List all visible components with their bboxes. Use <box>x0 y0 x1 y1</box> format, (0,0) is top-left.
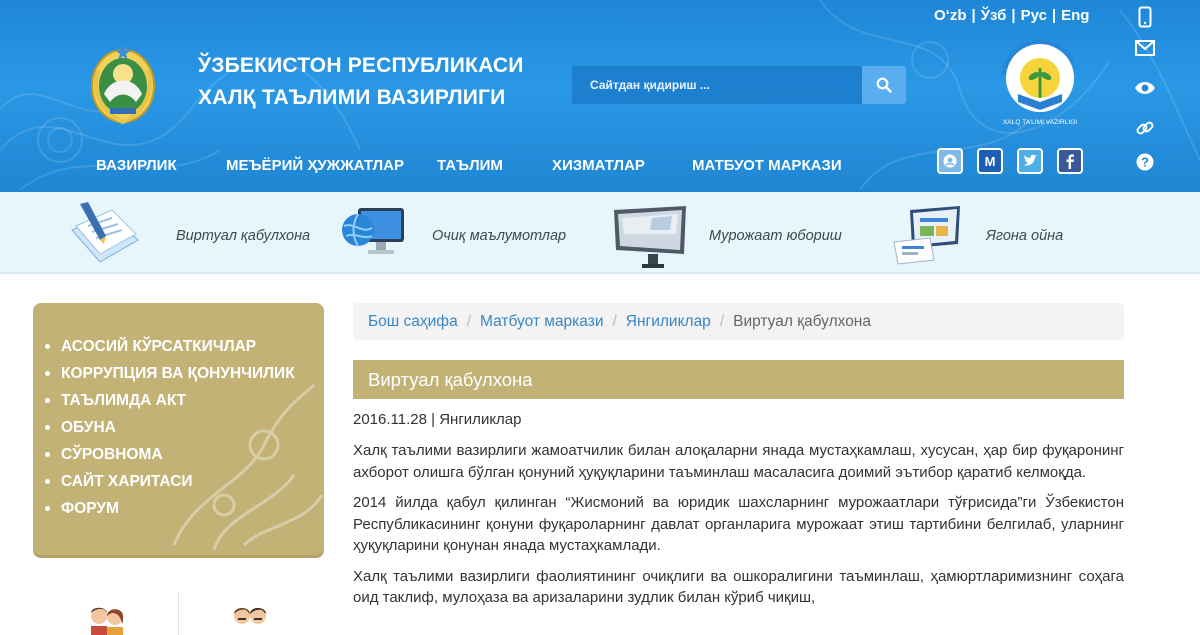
search-icon <box>876 77 892 93</box>
article-category: Янгиликлар <box>439 411 522 428</box>
article-paragraph: Халқ таълими вазирлиги жамоатчилик билан… <box>353 442 1124 481</box>
mailru-icon[interactable]: M <box>977 148 1003 174</box>
nav-item-regulations[interactable]: МЕЪЁРИЙ ҲУЖЖАТЛАР <box>226 157 404 174</box>
sidebar-item-label: ТАЪЛИМДА АКТ <box>61 392 187 409</box>
svg-text:M: M <box>985 154 996 169</box>
page-title: Виртуал қабулхона <box>353 360 1124 399</box>
search-form <box>572 66 906 104</box>
sidebar-item-subscription[interactable]: ОБУНА <box>45 414 295 441</box>
article-paragraph: Халқ таълими вазирлиги фаолиятининг очиқ… <box>353 567 1124 607</box>
lang-ru[interactable]: Рус <box>1021 7 1047 24</box>
breadcrumb: Бош саҳифа / Матбуот маркази / Янгиликла… <box>353 303 1124 340</box>
breadcrumb-current: Виртуал қабулхона <box>733 312 871 330</box>
help-icon[interactable]: ? <box>1128 145 1162 179</box>
nav-item-press-center[interactable]: МАТБУОТ МАРКАЗИ <box>692 157 842 174</box>
people-group-icon[interactable] <box>229 604 271 635</box>
divider <box>178 592 179 635</box>
sidebar-item-indicators[interactable]: АСОСИЙ КЎРСАТКИЧЛАР <box>45 333 295 360</box>
twitter-icon[interactable] <box>1017 148 1043 174</box>
article-meta: 2016.11.28 | Янгиликлар <box>353 411 521 428</box>
nav-item-education[interactable]: ТАЪЛИМ <box>437 157 503 174</box>
odnoklassniki-icon[interactable] <box>937 148 963 174</box>
window-screens-icon <box>890 204 966 273</box>
breadcrumb-separator: / <box>612 312 617 330</box>
nav-item-services[interactable]: ХИЗМАТЛАР <box>552 157 645 174</box>
quicklink-label: Виртуал қабулхона <box>176 228 311 244</box>
site-title[interactable]: ЎЗБЕКИСТОН РЕСПУБЛИКАСИ ХАЛҚ ТАЪЛИМИ ВАЗ… <box>198 50 524 114</box>
site-header: ЎЗБЕКИСТОН РЕСПУБЛИКАСИ ХАЛҚ ТАЪЛИМИ ВАЗ… <box>0 0 1200 192</box>
sidebar-item-sitemap[interactable]: САЙТ ХАРИТАСИ <box>45 468 295 495</box>
link-icon[interactable] <box>1128 111 1162 145</box>
search-input[interactable] <box>572 66 862 104</box>
breadcrumb-separator: / <box>466 312 471 330</box>
sidebar-item-forum[interactable]: ФОРУМ <box>45 495 295 522</box>
quicklink-label: Мурожаат юбориш <box>709 228 842 244</box>
site-title-line2: ХАЛҚ ТАЪЛИМИ ВАЗИРЛИГИ <box>198 86 506 109</box>
sidebar-item-label: ОБУНА <box>61 419 116 436</box>
facebook-icon[interactable] <box>1057 148 1083 174</box>
nav-item-ministry[interactable]: ВАЗИРЛИК <box>96 157 177 174</box>
quicklink-label: Ягона ойна <box>986 228 1064 244</box>
state-emblem-logo[interactable] <box>90 36 156 128</box>
sidebar-item-corruption[interactable]: КОРРУПЦИЯ ВА ҚОНУНЧИЛИК <box>45 360 295 387</box>
lang-uz-latin[interactable]: O‘zb <box>934 7 967 24</box>
breadcrumb-separator: / <box>719 312 725 330</box>
article-date: 2016.11.28 <box>353 411 427 428</box>
sidebar-item-label: САЙТ ХАРИТАСИ <box>61 473 193 490</box>
breadcrumb-press-center[interactable]: Матбуот маркази <box>480 313 603 331</box>
sidebar-menu-list: АСОСИЙ КЎРСАТКИЧЛАР КОРРУПЦИЯ ВА ҚОНУНЧИ… <box>45 333 295 522</box>
sidebar-menu: АСОСИЙ КЎРСАТКИЧЛАР КОРРУПЦИЯ ВА ҚОНУНЧИ… <box>33 303 324 555</box>
search-button[interactable] <box>862 66 906 104</box>
lang-uz-cyrillic[interactable]: Ўзб <box>981 7 1007 24</box>
sidebar-item-label: ФОРУМ <box>61 500 119 517</box>
lang-en[interactable]: Eng <box>1061 7 1089 24</box>
ministry-logo-caption: XALQ TA’LIMI VAZIRLIGI <box>1003 119 1077 126</box>
breadcrumb-news[interactable]: Янгиликлар <box>626 313 711 331</box>
document-pen-icon <box>66 200 144 275</box>
breadcrumb-home[interactable]: Бош саҳифа <box>368 313 458 331</box>
sidebar-item-label: СЎРОВНОМА <box>61 446 163 463</box>
sidebar-item-label: КОРРУПЦИЯ ВА ҚОНУНЧИЛИК <box>61 365 295 382</box>
ministry-logo[interactable]: O‘ZBEKISTON RESPUBLIKASI XALQ TA’LIMI VA… <box>996 32 1084 128</box>
globe-monitor-icon <box>340 204 408 265</box>
svg-text:?: ? <box>1141 155 1149 170</box>
sidebar-item-ict[interactable]: ТАЪЛИМДА АКТ <box>45 387 295 414</box>
language-switcher: O‘zb | Ўзб | Рус | Eng <box>934 7 1090 24</box>
mobile-icon[interactable] <box>1128 0 1162 34</box>
mail-icon[interactable] <box>1128 31 1162 65</box>
monitor-icon <box>612 204 688 275</box>
quick-links-bar: Виртуал қабулхона Очиқ маълумотлар Мурож… <box>0 192 1200 274</box>
eye-icon[interactable] <box>1128 71 1162 105</box>
meta-separator: | <box>431 411 440 428</box>
quicklink-label: Очиқ маълумотлар <box>432 228 567 244</box>
sidebar-item-label: АСОСИЙ КЎРСАТКИЧЛАР <box>61 338 257 355</box>
sidebar-item-survey[interactable]: СЎРОВНОМА <box>45 441 295 468</box>
article-paragraph: 2014 йилда қабул қилинган “Жисмоний ва ю… <box>353 494 1124 554</box>
article-body: Халқ таълими вазирлиги жамоатчилик билан… <box>353 440 1124 618</box>
people-family-icon[interactable] <box>85 604 129 635</box>
site-title-line1: ЎЗБЕКИСТОН РЕСПУБЛИКАСИ <box>198 54 524 77</box>
